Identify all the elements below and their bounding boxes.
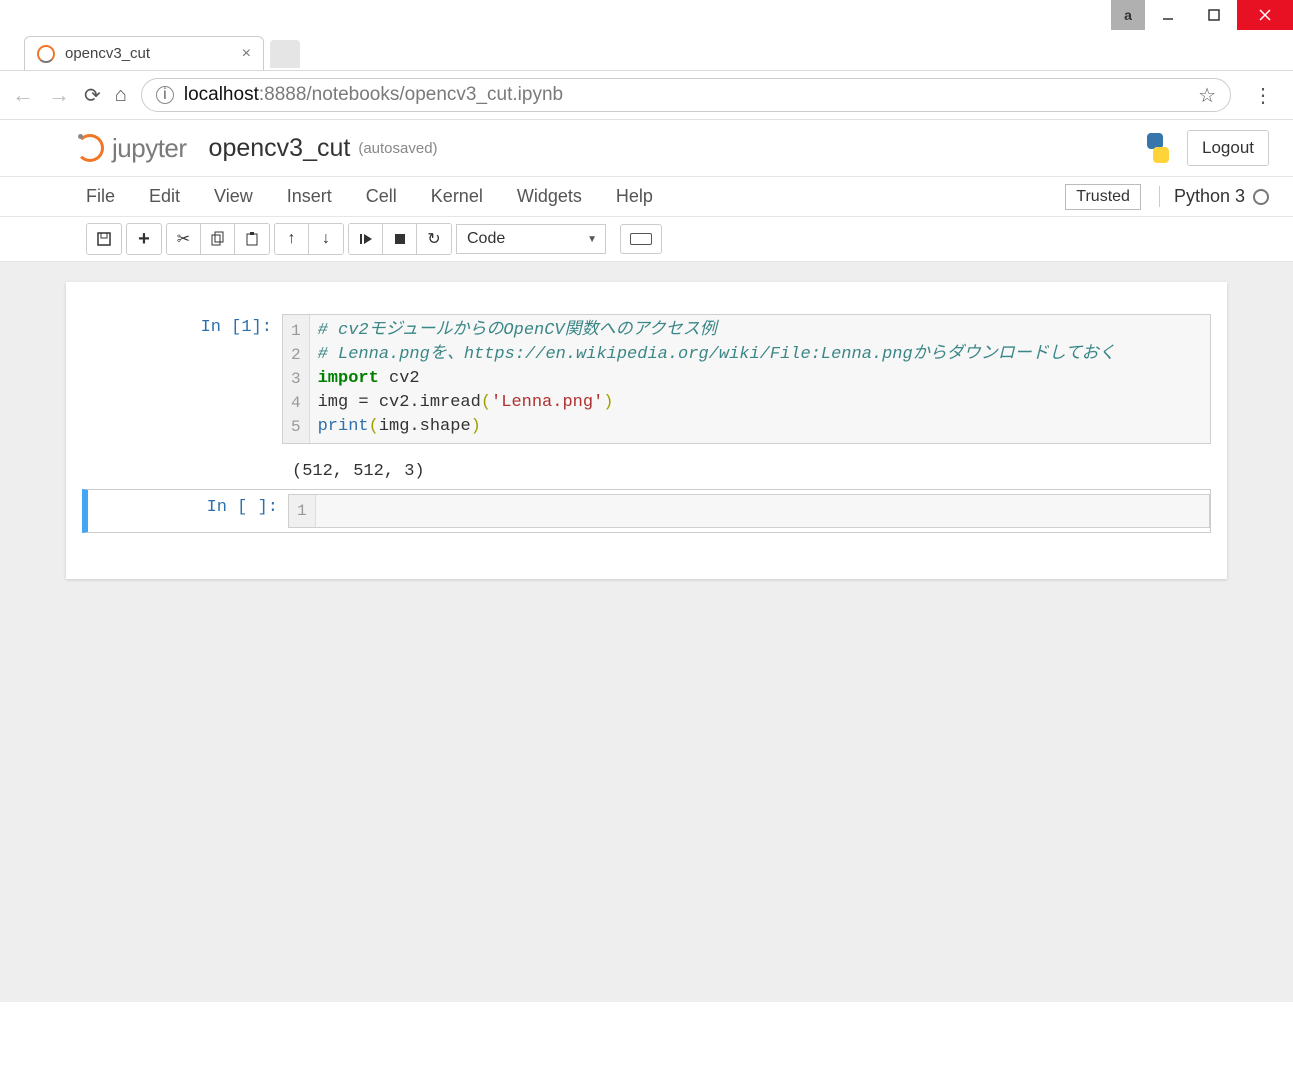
back-button[interactable]: ← xyxy=(12,82,34,108)
jupyter-brand-text: jupyter xyxy=(112,133,187,164)
site-info-icon[interactable]: i xyxy=(156,86,174,104)
reload-button[interactable]: ⟳ xyxy=(84,83,101,108)
command-palette-button[interactable] xyxy=(620,224,662,254)
jupyter-favicon-icon xyxy=(37,45,55,63)
menu-view[interactable]: View xyxy=(214,186,253,207)
close-button[interactable] xyxy=(1237,0,1293,30)
menu-help[interactable]: Help xyxy=(616,186,653,207)
interrupt-button[interactable] xyxy=(383,224,417,254)
jupyter-page: jupyter opencv3_cut (autosaved) Logout F… xyxy=(0,120,1293,1002)
new-tab-button[interactable] xyxy=(270,40,300,68)
autosave-status: (autosaved) xyxy=(358,140,437,157)
menu-insert[interactable]: Insert xyxy=(287,186,332,207)
forward-button[interactable]: → xyxy=(48,82,70,108)
code-input-area[interactable]: 1 xyxy=(288,494,1210,528)
trusted-indicator[interactable]: Trusted xyxy=(1065,184,1141,210)
jupyter-header: jupyter opencv3_cut (autosaved) Logout xyxy=(0,120,1293,177)
code-input-area[interactable]: 1 2 3 4 5 # cv2モジュールからのOpenCV関数へのアクセス例 #… xyxy=(282,314,1211,444)
insert-cell-button[interactable]: + xyxy=(127,224,161,254)
code-content[interactable]: # cv2モジュールからのOpenCV関数へのアクセス例 # Lenna.png… xyxy=(310,315,1124,443)
tab-title: opencv3_cut xyxy=(65,45,150,62)
browser-tabstrip: opencv3_cut × xyxy=(0,30,1293,70)
code-content[interactable] xyxy=(316,495,342,527)
url-path: :8888/notebooks/opencv3_cut.ipynb xyxy=(259,84,563,105)
app-badge: a xyxy=(1111,0,1145,30)
menu-file[interactable]: File xyxy=(86,186,115,207)
python-logo-icon xyxy=(1143,133,1173,163)
copy-button[interactable] xyxy=(201,224,235,254)
kernel-indicator[interactable]: Python 3 xyxy=(1159,186,1269,207)
menu-widgets[interactable]: Widgets xyxy=(517,186,582,207)
tab-close-icon[interactable]: × xyxy=(228,45,251,63)
code-cell-2[interactable]: In [ ]: 1 xyxy=(82,489,1211,533)
bookmark-star-icon[interactable]: ☆ xyxy=(1198,83,1216,108)
line-gutter: 1 xyxy=(289,495,316,527)
browser-menu-button[interactable]: ⋮ xyxy=(1245,83,1281,108)
kernel-name: Python 3 xyxy=(1174,186,1245,207)
jupyter-menubar: File Edit View Insert Cell Kernel Widget… xyxy=(0,177,1293,217)
cut-button[interactable]: ✂ xyxy=(167,224,201,254)
maximize-button[interactable] xyxy=(1191,0,1237,30)
menu-cell[interactable]: Cell xyxy=(366,186,397,207)
restart-button[interactable]: ↻ xyxy=(417,224,451,254)
run-button[interactable] xyxy=(349,224,383,254)
paste-button[interactable] xyxy=(235,224,269,254)
input-prompt: In [ ]: xyxy=(88,494,288,528)
cell-1-output: (512, 512, 3) xyxy=(82,454,1211,489)
kernel-idle-icon xyxy=(1253,189,1269,205)
code-cell-1[interactable]: In [1]: 1 2 3 4 5 # cv2モジュールからのOpenCV関数へ… xyxy=(82,310,1211,448)
cell-type-value: Code xyxy=(467,230,505,248)
notebook: In [1]: 1 2 3 4 5 # cv2モジュールからのOpenCV関数へ… xyxy=(66,282,1227,579)
address-bar[interactable]: i localhost:8888/notebooks/opencv3_cut.i… xyxy=(141,78,1231,112)
jupyter-toolbar: + ✂ ↑ ↓ ↻ Code xyxy=(0,217,1293,262)
move-down-button[interactable]: ↓ xyxy=(309,224,343,254)
move-up-button[interactable]: ↑ xyxy=(275,224,309,254)
menu-kernel[interactable]: Kernel xyxy=(431,186,483,207)
logout-button[interactable]: Logout xyxy=(1187,130,1269,166)
minimize-button[interactable] xyxy=(1145,0,1191,30)
save-button[interactable] xyxy=(87,224,121,254)
keyboard-icon xyxy=(630,233,652,245)
menu-edit[interactable]: Edit xyxy=(149,186,180,207)
home-button[interactable]: ⌂ xyxy=(115,84,127,107)
window-titlebar: a xyxy=(0,0,1293,30)
url-host: localhost xyxy=(184,84,259,105)
input-prompt: In [1]: xyxy=(82,314,282,444)
notebook-container: In [1]: 1 2 3 4 5 # cv2モジュールからのOpenCV関数へ… xyxy=(0,262,1293,1002)
notebook-name[interactable]: opencv3_cut xyxy=(209,134,351,163)
cell-type-select[interactable]: Code xyxy=(456,224,606,254)
jupyter-logo-icon xyxy=(76,134,104,162)
line-gutter: 1 2 3 4 5 xyxy=(283,315,310,443)
jupyter-logo[interactable]: jupyter xyxy=(76,133,187,164)
browser-tab[interactable]: opencv3_cut × xyxy=(24,36,264,70)
browser-toolbar: ← → ⟳ ⌂ i localhost:8888/notebooks/openc… xyxy=(0,70,1293,120)
